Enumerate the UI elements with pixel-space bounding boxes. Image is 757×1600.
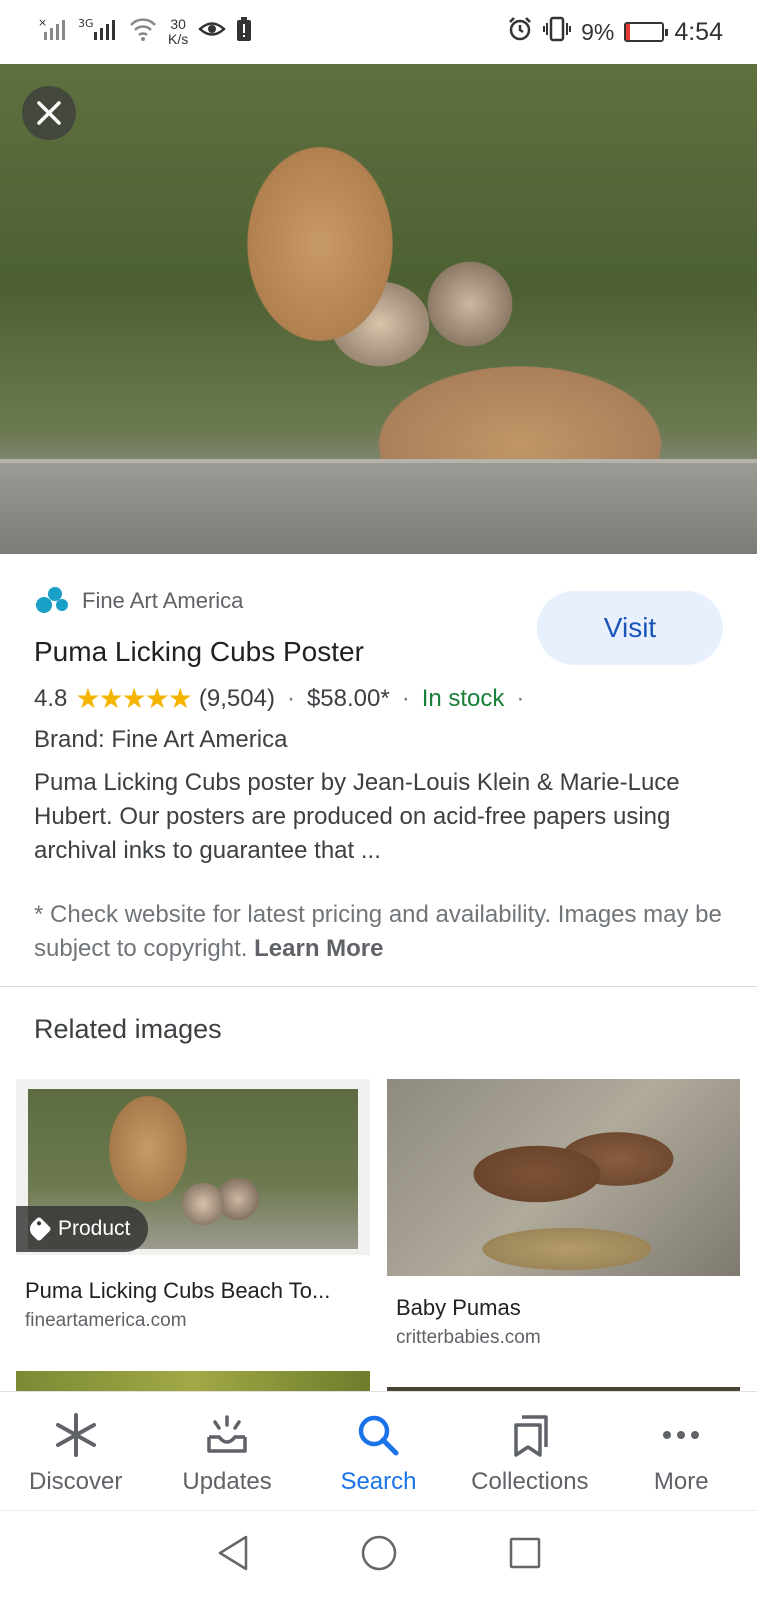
- fine-art-america-logo-icon: [34, 583, 70, 619]
- alarm-icon: [507, 16, 533, 48]
- status-left: × 3G 30 K/s: [38, 16, 252, 48]
- rating-value: 4.8: [34, 684, 68, 712]
- close-icon: [37, 101, 61, 125]
- tag-icon: [26, 1216, 52, 1242]
- separator: ·: [516, 684, 525, 712]
- signal-icon: ×: [38, 16, 68, 48]
- nav-collections[interactable]: Collections: [460, 1412, 600, 1510]
- bookmarks-icon: [508, 1412, 552, 1458]
- battery-percent: 9%: [581, 18, 615, 45]
- product-badge: Product: [16, 1206, 149, 1252]
- asterisk-icon: [54, 1412, 98, 1458]
- product-badge-label: Product: [58, 1217, 131, 1240]
- search-icon: [356, 1412, 400, 1458]
- product-description: Puma Licking Cubs poster by Jean-Louis K…: [34, 769, 680, 864]
- more-icon: [659, 1412, 703, 1458]
- signal1-text: ×: [38, 16, 47, 29]
- system-navigation: [0, 1510, 757, 1600]
- clock: 4:54: [674, 17, 723, 46]
- separator: ·: [401, 684, 410, 712]
- back-icon[interactable]: [216, 1534, 250, 1577]
- related-item-title[interactable]: Baby Pumas: [396, 1295, 521, 1321]
- source-name: Fine Art America: [82, 588, 244, 613]
- bottom-navigation: Discover Updates Search Collections More: [0, 1391, 757, 1510]
- speed-unit: K/s: [168, 31, 189, 47]
- nav-more[interactable]: More: [611, 1412, 751, 1510]
- nav-collections-label: Collections: [471, 1468, 589, 1495]
- eye-icon: [198, 18, 227, 46]
- rating-row: 4.8 ★★★★★ (9,504) · $58.00* · In stock ·: [34, 682, 528, 715]
- network-speed: 30 K/s: [168, 17, 188, 47]
- related-image-2[interactable]: [387, 1079, 740, 1276]
- availability: In stock: [421, 684, 505, 712]
- nav-updates-label: Updates: [182, 1468, 272, 1495]
- learn-more-link[interactable]: Learn More: [254, 935, 383, 962]
- close-button[interactable]: [22, 86, 76, 140]
- vibrate-icon: [543, 16, 572, 48]
- updates-icon: [205, 1412, 249, 1458]
- disclaimer: * Check website for latest pricing and a…: [34, 898, 734, 966]
- nav-search[interactable]: Search: [308, 1412, 448, 1510]
- status-bar: × 3G 30 K/s 9% 4:54: [0, 0, 757, 64]
- divider: [0, 986, 757, 987]
- review-count: (9,504): [198, 684, 275, 712]
- home-icon[interactable]: [360, 1534, 398, 1577]
- nav-updates[interactable]: Updates: [157, 1412, 297, 1510]
- nav-discover[interactable]: Discover: [6, 1412, 146, 1510]
- related-image-3[interactable]: [16, 1371, 370, 1391]
- product-title[interactable]: Puma Licking Cubs Poster: [34, 636, 364, 668]
- hero-image[interactable]: [0, 64, 757, 554]
- signal-3g-icon: 3G: [78, 16, 118, 48]
- related-item-source: fineartamerica.com: [25, 1310, 187, 1331]
- recents-icon[interactable]: [508, 1536, 542, 1575]
- status-right: 9% 4:54: [507, 16, 723, 48]
- speed-value: 30: [170, 16, 186, 32]
- star-rating-icon: ★★★★★: [75, 683, 193, 714]
- alert-battery-icon: [236, 16, 252, 48]
- visit-button[interactable]: Visit: [537, 591, 723, 665]
- wifi-icon: [128, 16, 158, 48]
- related-item-source: critterbabies.com: [396, 1327, 541, 1348]
- battery-fill: [626, 24, 630, 40]
- related-item-title[interactable]: Puma Licking Cubs Beach To...: [25, 1278, 330, 1304]
- separator: ·: [286, 684, 295, 712]
- signal2-text: 3G: [78, 17, 94, 30]
- brand-text: Brand: Fine Art America: [34, 726, 288, 753]
- source-row[interactable]: Fine Art America: [34, 583, 243, 619]
- price: $58.00*: [306, 684, 390, 712]
- nav-more-label: More: [653, 1468, 709, 1495]
- related-images-heading: Related images: [34, 1014, 222, 1044]
- battery-icon: [624, 22, 669, 42]
- nav-discover-label: Discover: [29, 1468, 123, 1495]
- nav-search-label: Search: [340, 1468, 417, 1495]
- hero-rocks: [0, 459, 757, 554]
